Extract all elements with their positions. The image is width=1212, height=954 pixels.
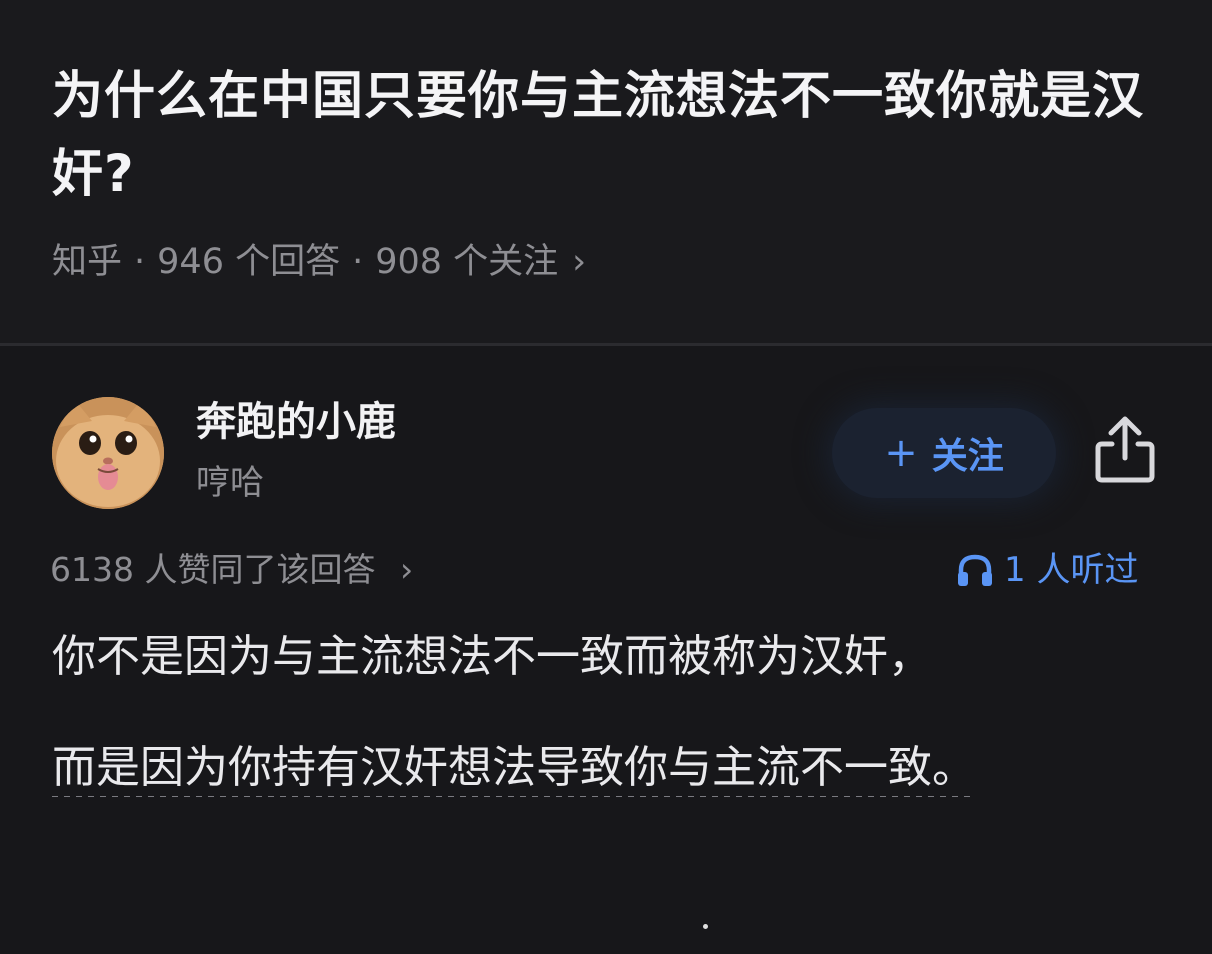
cat-face-avatar — [52, 397, 164, 509]
chevron-right-icon: › — [572, 242, 587, 282]
answer-paragraph-highlighted[interactable]: 而是因为你持有汉奸想法导致你与主流不一致。 — [52, 732, 1162, 804]
question-meta[interactable]: 知乎 · 946 个回答 · 908 个关注 › — [52, 236, 586, 288]
question-header[interactable]: 为什么在中国只要你与主流想法不一致你就是汉奸? 知乎 · 946 个回答 · 908 个… — [0, 0, 1212, 344]
answers-count: 946 个回答 — [157, 242, 341, 282]
chevron-right-icon: › — [399, 550, 414, 589]
headphones-icon — [958, 554, 992, 586]
source-label: 知乎 — [52, 242, 123, 282]
section-divider — [0, 343, 1212, 346]
answer-paragraph: 你不是因为与主流想法不一致而被称为汉奸， — [52, 631, 932, 682]
follow-button-label: 关注 — [931, 436, 1004, 477]
meta-separator: · — [352, 242, 364, 282]
author-name[interactable]: 奔跑的小鹿 — [196, 394, 396, 450]
plus-icon: + — [884, 430, 918, 476]
meta-separator: · — [134, 242, 146, 282]
share-icon[interactable] — [1090, 414, 1160, 486]
follow-button[interactable]: + 关注 — [832, 408, 1056, 498]
author-avatar[interactable] — [52, 397, 164, 509]
author-bio: 哼哈 — [196, 463, 264, 503]
question-title[interactable]: 为什么在中国只要你与主流想法不一致你就是汉奸? — [52, 58, 1152, 214]
answer-paragraph-text: 而是因为你持有汉奸想法导致你与主流不一致。 — [52, 742, 976, 797]
followers-count: 908 个关注 — [375, 242, 559, 282]
listen-count[interactable]: 1 人听过 — [956, 545, 1138, 595]
scroll-indicator-dot — [703, 924, 708, 929]
agree-count-text: 6138 人赞同了该回答 — [50, 550, 376, 589]
answer-page: 为什么在中国只要你与主流想法不一致你就是汉奸? 知乎 · 946 个回答 · 908 个… — [0, 0, 1212, 954]
listen-count-text: 1 人听过 — [1004, 550, 1139, 590]
answer-content[interactable]: 你不是因为与主流想法不一致而被称为汉奸， 而是因为你持有汉奸想法导致你与主流不一… — [52, 622, 1162, 804]
agree-count-link[interactable]: 6138 人赞同了该回答 › — [50, 545, 413, 595]
